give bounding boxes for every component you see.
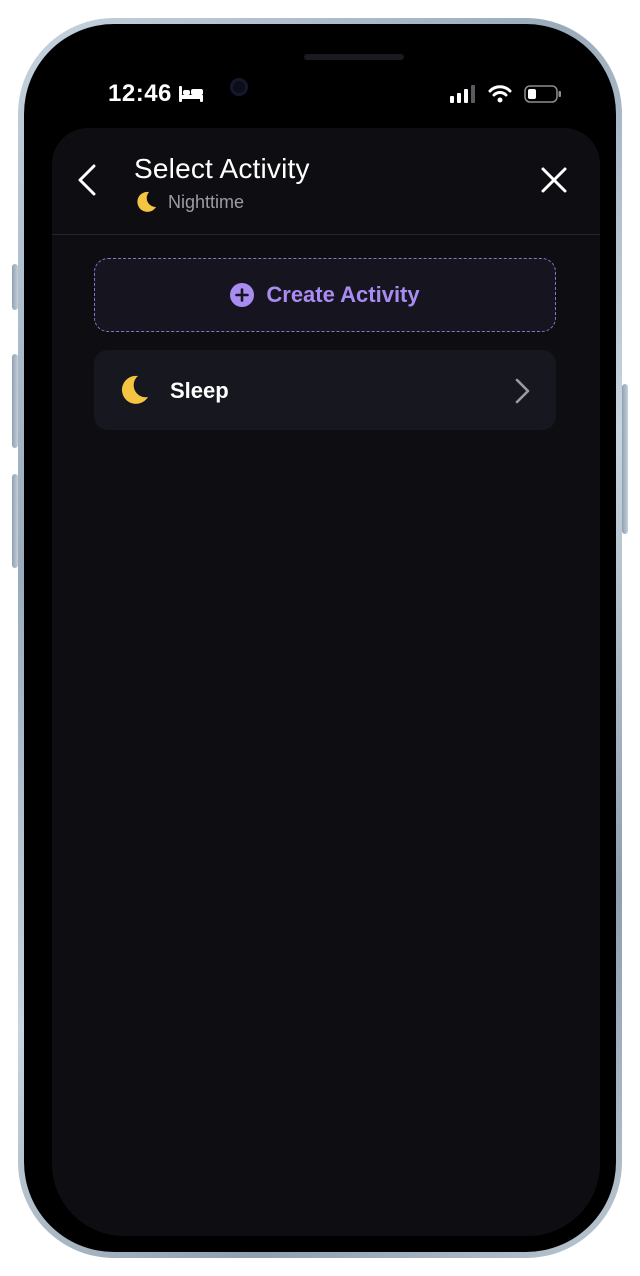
- create-activity-button[interactable]: Create Activity: [94, 258, 556, 332]
- back-button[interactable]: [72, 160, 102, 200]
- crescent-moon-icon: [121, 375, 148, 404]
- close-icon: [541, 167, 567, 193]
- bezel: 12:46 Select Activity Nighttime Create A…: [24, 24, 616, 1252]
- volume-up-button: [12, 354, 18, 448]
- sheet-header: Select Activity Nighttime: [52, 128, 600, 235]
- title-block: Select Activity Nighttime: [134, 152, 310, 214]
- battery-icon: [524, 85, 561, 103]
- front-camera: [230, 78, 248, 96]
- phone-frame: 12:46 Select Activity Nighttime Create A…: [12, 18, 628, 1258]
- mute-switch: [12, 264, 18, 310]
- subtitle: Nighttime: [168, 191, 245, 212]
- close-button[interactable]: [538, 164, 570, 196]
- page-title: Select Activity: [134, 153, 310, 184]
- activity-sheet: Select Activity Nighttime Create Activit…: [52, 128, 600, 1236]
- subtitle-row: Nighttime: [134, 190, 310, 214]
- earpiece-speaker: [304, 54, 404, 60]
- activity-item-sleep[interactable]: Sleep: [94, 350, 556, 430]
- wifi-icon: [488, 85, 512, 103]
- status-time: 12:46: [108, 80, 172, 107]
- volume-down-button: [12, 474, 18, 568]
- power-button: [622, 384, 628, 534]
- chevron-left-icon: [78, 164, 96, 196]
- chevron-right-icon: [515, 378, 530, 404]
- screen: 12:46 Select Activity Nighttime Create A…: [52, 52, 600, 1236]
- activity-label: Sleep: [170, 378, 229, 403]
- bed-icon: [179, 86, 203, 102]
- plus-circle-icon: [230, 283, 255, 307]
- status-icons: [450, 84, 562, 104]
- signal-bars-icon: [450, 85, 475, 103]
- crescent-moon-icon: [137, 191, 156, 212]
- create-activity-label: Create Activity: [266, 282, 420, 307]
- notch: [214, 52, 438, 100]
